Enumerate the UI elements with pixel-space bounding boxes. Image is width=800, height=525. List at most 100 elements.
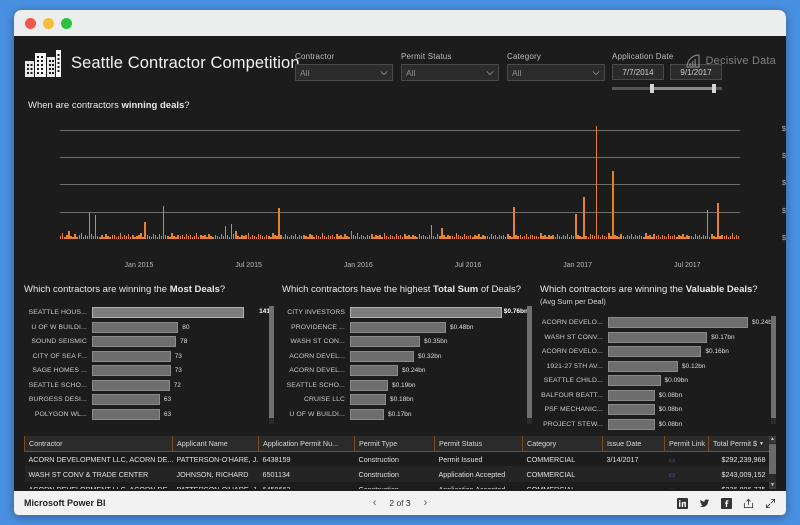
bar-row[interactable]: CRUISE LLC $0.18bn — [282, 393, 532, 406]
bar[interactable] — [350, 321, 446, 333]
date-range-slider-handle-start[interactable] — [650, 84, 654, 93]
facebook-icon[interactable] — [721, 497, 732, 509]
chevron-right-icon[interactable]: › — [424, 497, 428, 509]
share-icon[interactable] — [743, 498, 754, 509]
bar[interactable] — [92, 365, 171, 376]
bar[interactable] — [92, 379, 170, 391]
bar[interactable] — [350, 365, 398, 376]
permit-link-icon[interactable]: ▭ — [669, 472, 676, 479]
permit-link-icon[interactable]: ▭ — [669, 457, 676, 464]
bar[interactable] — [92, 394, 160, 405]
slicer-category[interactable]: Category All — [507, 52, 605, 81]
bar-row[interactable]: SEATTLE HOUS... 141 — [24, 306, 274, 319]
bar-row[interactable]: SAGE HOMES ... 73 — [24, 364, 274, 377]
timeline-bar[interactable] — [612, 170, 614, 239]
table-column-header[interactable]: Total Permit $ ▼ — [708, 436, 770, 452]
chart-most-deals-scrollbar[interactable] — [269, 306, 274, 424]
bar[interactable] — [608, 418, 655, 430]
bar[interactable] — [350, 350, 414, 362]
bar-row[interactable]: PSF MECHANIC... $0.08bn — [540, 403, 776, 416]
table-column-header[interactable]: Application Permit Nu... — [258, 436, 355, 452]
chart-most-deals[interactable]: Which contractors are winning the Most D… — [24, 284, 274, 432]
bar-row[interactable]: BALFOUR BEATT... $0.08bn — [540, 389, 776, 402]
linkedin-icon[interactable] — [677, 497, 688, 509]
bar[interactable]: $0.76bn — [350, 307, 528, 318]
bar[interactable] — [92, 350, 171, 362]
date-range-start-input[interactable]: 7/7/2014 — [612, 64, 664, 80]
bar-row[interactable]: POLYGON WL... 63 — [24, 408, 274, 421]
fullscreen-icon[interactable] — [765, 498, 776, 509]
chart-valuable-deals-scrollbar[interactable] — [771, 316, 776, 424]
bar-row[interactable]: PROVIDENCE ... $0.48bn — [282, 321, 532, 334]
maximize-window-button[interactable] — [61, 17, 72, 29]
bar[interactable] — [92, 321, 179, 333]
bar[interactable] — [608, 331, 708, 343]
date-range-slider-handle-end[interactable] — [712, 84, 716, 93]
table-column-header[interactable]: Issue Date — [602, 436, 665, 452]
bar[interactable] — [350, 336, 420, 347]
bar-row[interactable]: ACORN DEVELO... $0.16bn — [540, 345, 776, 358]
bar[interactable] — [608, 404, 655, 415]
twitter-icon[interactable] — [699, 498, 710, 509]
table-column-header[interactable]: Applicant Name — [172, 436, 259, 452]
bar-row[interactable]: SEATTLE SCHO... 72 — [24, 379, 274, 392]
table-column-header[interactable]: Permit Type — [354, 436, 435, 452]
table-scrollbar[interactable]: ▲ ▼ — [769, 436, 776, 489]
bar[interactable] — [350, 394, 386, 405]
chart-valuable-deals[interactable]: Which contractors are winning the Valuab… — [540, 284, 776, 432]
table-column-header[interactable]: Permit Status — [434, 436, 523, 452]
table-row[interactable]: ACORN DEVELOPMENT LLC, ACORN DE... PATTER… — [24, 481, 770, 490]
bar-row[interactable]: ACORN DEVELO... $0.24bn — [540, 316, 776, 329]
permit-link-cell[interactable]: ▭ — [664, 451, 709, 467]
bar-row[interactable]: SEATTLE CHILD... $0.09bn — [540, 374, 776, 387]
timeline-bar[interactable] — [278, 207, 280, 239]
bar[interactable] — [350, 408, 384, 420]
bar-row[interactable]: U OF W BUILDI... 80 — [24, 321, 274, 334]
slicer-contractor-dropdown[interactable]: All — [295, 64, 393, 81]
bar[interactable] — [608, 346, 702, 357]
bar-row[interactable]: WASH ST CONV... $0.17bn — [540, 331, 776, 344]
bar[interactable] — [608, 389, 655, 401]
close-window-button[interactable] — [25, 17, 36, 29]
bar-row[interactable]: SEATTLE SCHO... $0.19bn — [282, 379, 532, 392]
timeline-bar[interactable] — [717, 203, 719, 239]
bar-row[interactable]: WASH ST CON... $0.35bn — [282, 335, 532, 348]
table-scrollbar-thumb[interactable] — [769, 444, 776, 474]
bar[interactable] — [350, 379, 388, 391]
timeline-bar[interactable] — [707, 210, 709, 239]
table-column-header[interactable]: Permit Link — [664, 436, 709, 452]
slicer-contractor[interactable]: Contractor All — [295, 52, 393, 81]
bar[interactable] — [92, 336, 177, 347]
bar[interactable]: 141 — [92, 307, 270, 318]
table-row[interactable]: ACORN DEVELOPMENT LLC, ACORN DE... PATTER… — [24, 451, 770, 467]
timeline-chart[interactable]: When are contractors winning deals? $0.0… — [24, 100, 786, 272]
slicer-permit-status-dropdown[interactable]: All — [401, 64, 499, 81]
bar-row[interactable]: CITY INVESTORS $0.76bn — [282, 306, 532, 319]
permit-link-icon[interactable]: ▭ — [669, 487, 676, 490]
bar[interactable] — [608, 360, 678, 372]
table-column-header[interactable]: Category — [522, 436, 603, 452]
chart-total-sum[interactable]: Which contractors have the highest Total… — [282, 284, 532, 432]
bar-row[interactable]: BURGESS DESI... 63 — [24, 393, 274, 406]
bar-row[interactable]: ACORN DEVEL... $0.32bn — [282, 350, 532, 363]
bar[interactable] — [608, 375, 661, 386]
minimize-window-button[interactable] — [43, 17, 54, 29]
timeline-bar[interactable] — [737, 236, 740, 239]
bar-row[interactable]: SOUND SEISMIC 78 — [24, 335, 274, 348]
timeline-plot-area[interactable]: $0.0bn $0.1bn $0.2bn $0.3bn $0.4bn Jan 2015 J… — [60, 116, 786, 269]
bar-row[interactable]: PROJECT STEW... $0.08bn — [540, 418, 776, 431]
timeline-bar[interactable] — [583, 196, 585, 239]
bar-row[interactable]: CITY OF SEA F... 73 — [24, 350, 274, 363]
table-row[interactable]: WASH ST CONV & TRADE CENTER JOHNSON, RICH… — [24, 466, 770, 482]
bar-row[interactable]: ACORN DEVEL... $0.24bn — [282, 364, 532, 377]
table-column-header[interactable]: Contractor — [24, 436, 173, 452]
bar-row[interactable]: U OF W BUILDI... $0.17bn — [282, 408, 532, 421]
bar-row[interactable]: 1921-27 5TH AV... $0.12bn — [540, 360, 776, 373]
permits-table[interactable]: Contractor Applicant Name Application Perm… — [24, 436, 776, 489]
slicer-category-dropdown[interactable]: All — [507, 64, 605, 81]
scroll-up-button[interactable]: ▲ — [769, 436, 776, 443]
bar[interactable] — [608, 317, 748, 328]
slicer-permit-status[interactable]: Permit Status All — [401, 52, 499, 81]
timeline-bar[interactable] — [513, 206, 515, 239]
date-range-slider[interactable] — [612, 84, 722, 93]
